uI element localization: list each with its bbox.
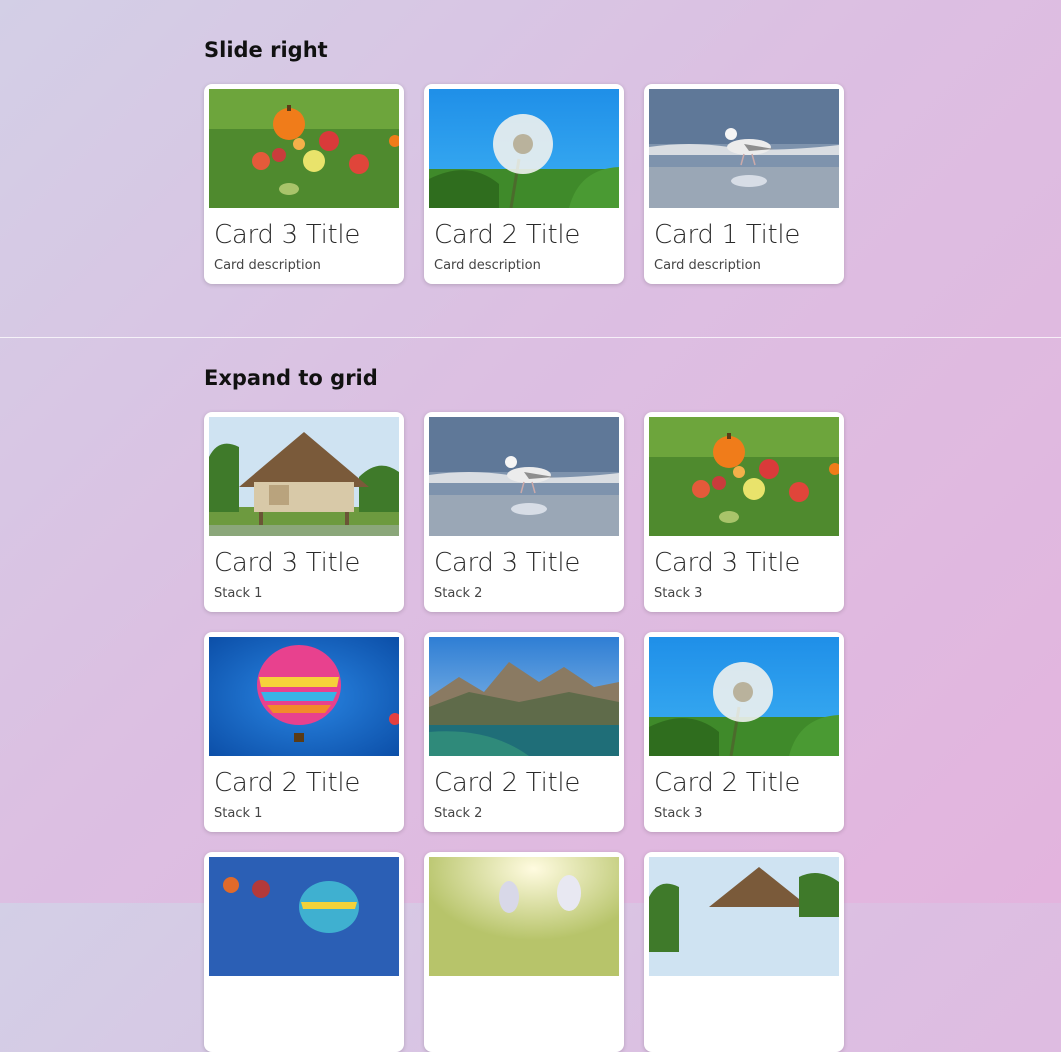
grid-card-r2-c3[interactable]: Card 2 Title Stack 3 [644,632,844,832]
pumpkin-apples-image [209,89,399,208]
balloons-image [209,857,399,976]
card-description: Card description [654,258,761,273]
seagull-image [429,417,619,536]
card-description: Stack 1 [214,586,263,601]
card-description: Card description [434,258,541,273]
card-title: Card 3 Title [654,548,801,578]
card-description: Stack 2 [434,806,483,821]
grid-card-r3-c2[interactable] [424,852,624,1052]
card-title: Card 2 Title [434,768,581,798]
mountains-image [429,637,619,756]
bunnies-image [429,857,619,976]
grid-card-r3-c3[interactable] [644,852,844,1052]
seagull-image [649,89,839,208]
card-title: Card 3 Title [214,548,361,578]
section-divider [0,337,1061,338]
card-description: Stack 3 [654,806,703,821]
slide-right-heading: Slide right [204,38,328,62]
dandelion-image [429,89,619,208]
card-title: Card 1 Title [654,220,801,250]
card-title: Card 3 Title [434,548,581,578]
card-slide-1[interactable]: Card 1 Title Card description [644,84,844,284]
card-title: Card 3 Title [214,220,361,250]
grid-card-r1-c1[interactable]: Card 3 Title Stack 1 [204,412,404,612]
card-title: Card 2 Title [214,768,361,798]
grid-card-r3-c1[interactable] [204,852,404,1052]
hut-image [209,417,399,536]
grid-card-r2-c2[interactable]: Card 2 Title Stack 2 [424,632,624,832]
dandelion-image [649,637,839,756]
card-title: Card 2 Title [654,768,801,798]
pumpkin-apples-image [649,417,839,536]
hot-air-balloon-image [209,637,399,756]
grid-card-r2-c1[interactable]: Card 2 Title Stack 1 [204,632,404,832]
grid-card-r1-c2[interactable]: Card 3 Title Stack 2 [424,412,624,612]
card-title: Card 2 Title [434,220,581,250]
expand-to-grid-heading: Expand to grid [204,366,378,390]
hut-image [649,857,839,976]
card-description: Stack 3 [654,586,703,601]
card-description: Stack 1 [214,806,263,821]
card-slide-2[interactable]: Card 2 Title Card description [424,84,624,284]
card-description: Stack 2 [434,586,483,601]
grid-card-r1-c3[interactable]: Card 3 Title Stack 3 [644,412,844,612]
card-description: Card description [214,258,321,273]
card-slide-3[interactable]: Card 3 Title Card description [204,84,404,284]
